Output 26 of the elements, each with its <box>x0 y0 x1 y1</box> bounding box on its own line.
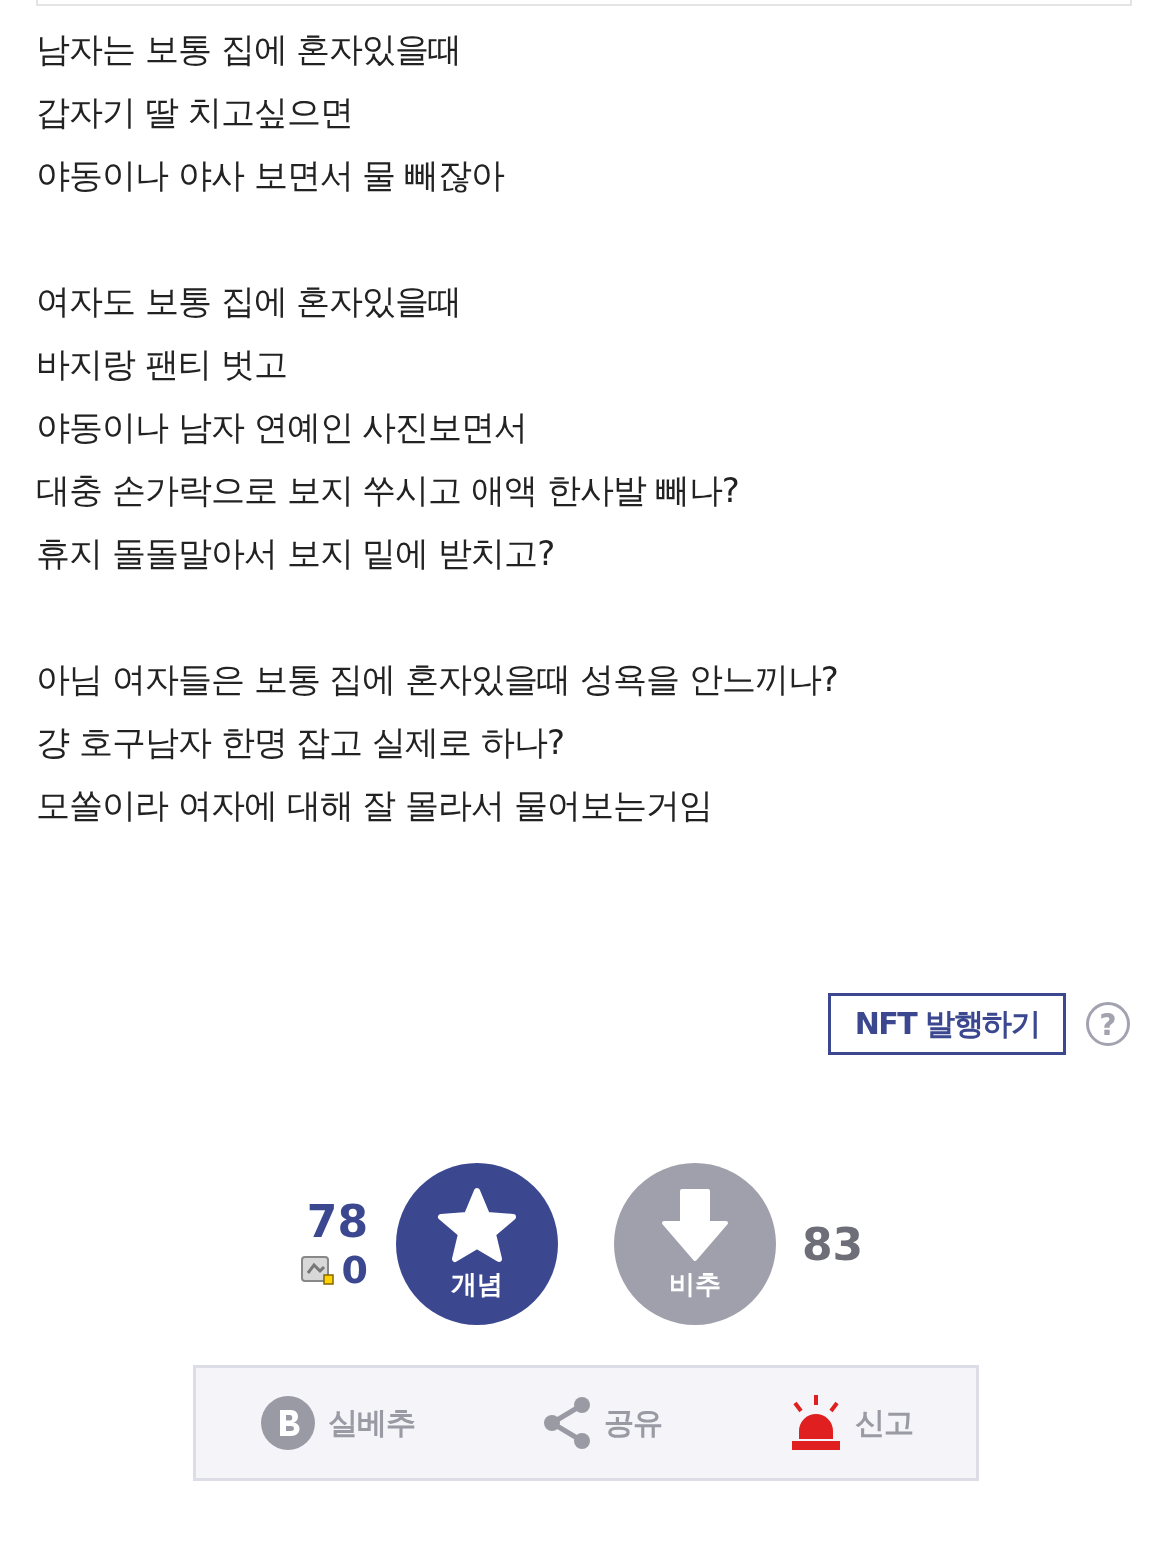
downvote-button[interactable]: 비추 <box>614 1163 776 1325</box>
post-text-line: 야동이나 남자 연예인 사진보면서 <box>36 406 529 449</box>
best-recommend-button[interactable]: 실베추 <box>259 1395 415 1451</box>
share-button[interactable]: 공유 <box>541 1396 662 1450</box>
upvote-button[interactable]: 개념 <box>396 1163 558 1325</box>
post-text-line: 야동이나 야사 보면서 물 빼잖아 <box>36 154 506 197</box>
downvote-count: 83 <box>802 1218 864 1270</box>
post-text-line: 바지랑 팬티 벗고 <box>36 343 288 386</box>
down-arrow-icon <box>660 1186 730 1263</box>
post-text-line: 갑자기 딸 치고싶으면 <box>36 91 354 134</box>
fixed-member-icon <box>299 1253 334 1287</box>
post-text-line: 대충 손가락으로 보지 쑤시고 애액 한사발 빼나? <box>36 469 740 512</box>
b-letter-icon <box>259 1395 316 1451</box>
report-button[interactable]: 신고 <box>788 1395 913 1451</box>
post-text-line: 휴지 돌돌말아서 보지 밑에 받치고? <box>36 532 556 575</box>
star-icon <box>437 1186 517 1263</box>
nft-issue-button[interactable]: NFT 발행하기 <box>828 993 1066 1055</box>
share-icon <box>541 1396 592 1450</box>
fixed-upvote-count: 0 <box>341 1248 368 1292</box>
post-text-line: 남자는 보통 집에 혼자있을때 <box>36 28 463 71</box>
post-text-line: 모쏠이라 여자에 대해 잘 몰라서 물어보는거임 <box>36 784 714 827</box>
help-icon[interactable]: ? <box>1086 1002 1130 1046</box>
post-text-line: 아님 여자들은 보통 집에 혼자있을때 성욕을 안느끼나? <box>36 658 839 701</box>
post-text-line: 걍 호구남자 한명 잡고 실제로 하나? <box>36 721 566 764</box>
upvote-count: 78 <box>306 1196 368 1248</box>
post-text-line: 여자도 보통 집에 혼자있을때 <box>36 280 463 323</box>
